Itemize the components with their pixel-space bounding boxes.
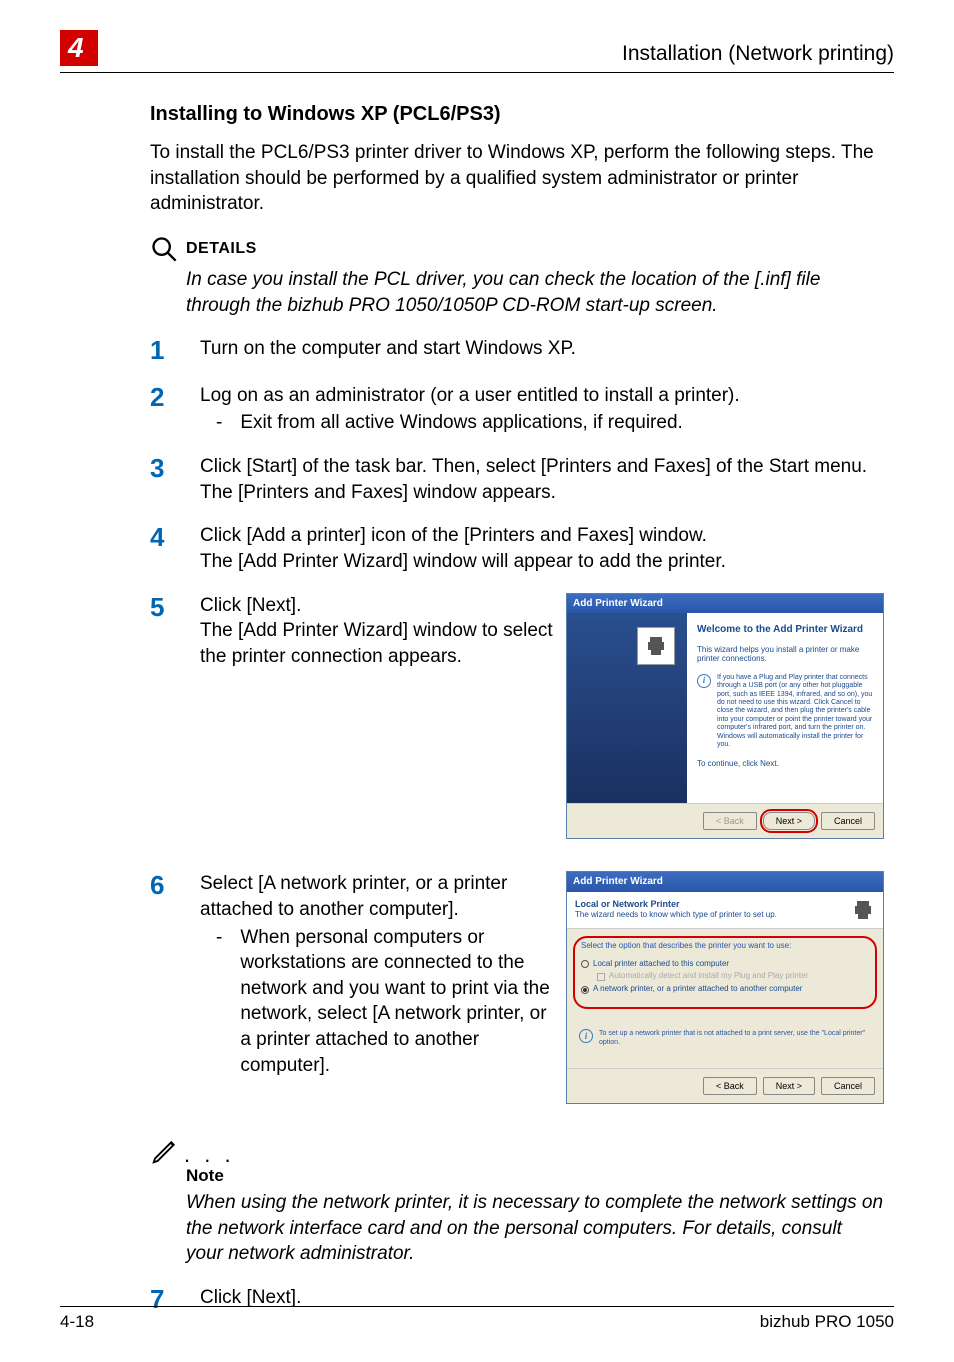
wizard-step-subtitle: The wizard needs to know which type of p… bbox=[575, 910, 777, 919]
wizard-titlebar: Add Printer Wizard bbox=[567, 594, 883, 614]
step-5: 5 Click [Next]. The [Add Printer Wizard]… bbox=[150, 593, 884, 854]
magnifier-icon bbox=[150, 235, 178, 263]
section-heading: Installing to Windows XP (PCL6/PS3) bbox=[150, 103, 884, 126]
step-6: 6 Select [A network printer, or a printe… bbox=[150, 871, 884, 1118]
page-title: Installation (Network printing) bbox=[622, 42, 894, 66]
wizard-continue-text: To continue, click Next. bbox=[697, 759, 875, 769]
checkbox-auto-detect[interactable]: Automatically detect and install my Plug… bbox=[581, 970, 869, 983]
page-number: 4-18 bbox=[60, 1312, 94, 1332]
details-text: In case you install the PCL driver, you … bbox=[150, 267, 884, 318]
wizard-titlebar: Add Printer Wizard bbox=[567, 872, 883, 892]
step-number: 5 bbox=[150, 593, 176, 854]
cancel-button[interactable]: Cancel bbox=[821, 1077, 875, 1095]
details-label: DETAILS bbox=[186, 240, 257, 258]
info-icon: i bbox=[697, 674, 711, 688]
note-text: When using the network printer, it is ne… bbox=[150, 1190, 884, 1267]
page-header: 4 Installation (Network printing) bbox=[60, 30, 894, 73]
wizard-prompt: Select the option that describes the pri… bbox=[581, 941, 869, 952]
step-4: 4 Click [Add a printer] icon of the [Pri… bbox=[150, 523, 884, 574]
step-result: The [Add Printer Wizard] window to selec… bbox=[200, 618, 554, 669]
wizard-side-banner bbox=[567, 613, 687, 803]
cancel-button[interactable]: Cancel bbox=[821, 812, 875, 830]
step-text: Turn on the computer and start Windows X… bbox=[200, 336, 884, 365]
radio-local-printer[interactable]: Local printer attached to this computer bbox=[581, 958, 869, 971]
step-text: Select [A network printer, or a printer … bbox=[200, 871, 554, 922]
pencil-icon bbox=[150, 1136, 180, 1166]
chapter-number-badge: 4 bbox=[60, 30, 98, 66]
printer-icon bbox=[644, 634, 668, 658]
step-2: 2 Log on as an administrator (or a user … bbox=[150, 383, 884, 436]
step-result: The [Printers and Faxes] window appears. bbox=[200, 480, 884, 506]
step-subtext: Exit from all active Windows application… bbox=[240, 410, 682, 436]
step-3: 3 Click [Start] of the task bar. Then, s… bbox=[150, 454, 884, 505]
intro-paragraph: To install the PCL6/PS3 printer driver t… bbox=[150, 140, 884, 217]
wizard-step-title: Local or Network Printer bbox=[575, 898, 777, 910]
radio-network-printer[interactable]: A network printer, or a printer attached… bbox=[581, 983, 869, 996]
back-button[interactable]: < Back bbox=[703, 1077, 757, 1095]
wizard-welcome-sub: This wizard helps you install a printer … bbox=[697, 645, 875, 664]
note-label: Note bbox=[150, 1166, 884, 1186]
next-button[interactable]: Next > bbox=[763, 1077, 815, 1095]
note-callout: . . . bbox=[150, 1136, 884, 1166]
step-number: 4 bbox=[150, 523, 176, 574]
step-subtext: When personal computers or workstations … bbox=[240, 925, 554, 1079]
step-result: The [Add Printer Wizard] window will app… bbox=[200, 549, 884, 575]
step-number: 6 bbox=[150, 871, 176, 1118]
page-footer: 4-18 bizhub PRO 1050 bbox=[60, 1306, 894, 1332]
next-button[interactable]: Next > bbox=[763, 812, 815, 830]
wizard-welcome-heading: Welcome to the Add Printer Wizard bbox=[697, 623, 875, 637]
step-number: 1 bbox=[150, 336, 176, 365]
step-number: 2 bbox=[150, 383, 176, 436]
step-1: 1 Turn on the computer and start Windows… bbox=[150, 336, 884, 365]
step-number: 3 bbox=[150, 454, 176, 505]
step-text: Click [Start] of the task bar. Then, sel… bbox=[200, 454, 884, 480]
wizard-info-text: If you have a Plug and Play printer that… bbox=[717, 674, 875, 750]
info-icon: i bbox=[579, 1029, 593, 1043]
step-text: Click [Next]. bbox=[200, 593, 554, 619]
details-callout: DETAILS In case you install the PCL driv… bbox=[150, 235, 884, 318]
add-printer-wizard-welcome: Add Printer Wizard Welcome to the Add Pr… bbox=[566, 593, 884, 840]
printer-icon bbox=[851, 898, 875, 922]
step-text: Log on as an administrator (or a user en… bbox=[200, 383, 884, 409]
add-printer-wizard-type: Add Printer Wizard Local or Network Prin… bbox=[566, 871, 884, 1104]
product-name: bizhub PRO 1050 bbox=[760, 1312, 894, 1332]
wizard-tip-text: To set up a network printer that is not … bbox=[599, 1029, 871, 1048]
back-button[interactable]: < Back bbox=[703, 812, 757, 830]
step-text: Click [Add a printer] icon of the [Print… bbox=[200, 523, 884, 549]
